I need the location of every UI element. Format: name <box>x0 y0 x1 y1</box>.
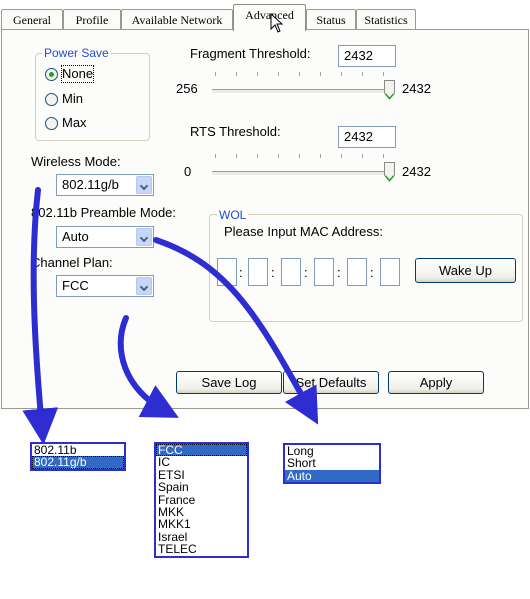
wol-prompt: Please Input MAC Address: <box>224 224 383 239</box>
wireless-mode-select[interactable]: 802.11g/b <box>56 174 154 196</box>
chevron-down-icon[interactable] <box>136 176 152 194</box>
chevron-down-icon[interactable] <box>136 228 152 246</box>
wireless-mode-label: Wireless Mode: <box>31 154 121 169</box>
wol-title: WOL <box>217 208 249 222</box>
rts-threshold-label: RTS Threshold: <box>190 124 281 139</box>
list-item[interactable]: 802.11g/b <box>32 456 124 469</box>
mac-octet-2[interactable] <box>248 258 268 286</box>
list-item[interactable]: Spain <box>156 481 247 494</box>
radio-min[interactable] <box>45 93 58 106</box>
mac-octet-4[interactable] <box>314 258 334 286</box>
tab-statistics[interactable]: Statistics <box>356 9 416 29</box>
channel-plan-list: FCC IC ETSI Spain France MKK MKK1 Israel… <box>154 442 249 558</box>
rts-slider-track[interactable] <box>212 171 394 176</box>
mac-separator: : <box>239 265 243 280</box>
mac-octet-6[interactable] <box>380 258 400 286</box>
apply-button[interactable]: Apply <box>388 371 484 394</box>
save-log-button[interactable]: Save Log <box>176 371 282 394</box>
tab-profile[interactable]: Profile <box>63 9 121 29</box>
mac-octet-1[interactable] <box>217 258 237 286</box>
list-item[interactable]: MKK1 <box>156 518 247 531</box>
mac-separator: : <box>271 265 275 280</box>
channel-plan-value: FCC <box>62 278 89 293</box>
radio-min-label[interactable]: Min <box>62 91 83 107</box>
radio-none-label[interactable]: None <box>60 65 95 83</box>
mouse-pointer-icon <box>270 13 284 33</box>
list-item[interactable]: Short <box>285 457 379 470</box>
power-save-title: Power Save <box>42 46 111 60</box>
radio-max[interactable] <box>45 117 58 130</box>
mac-separator: : <box>370 265 374 280</box>
rts-slider-thumb[interactable] <box>384 162 395 182</box>
tab-bar: General Profile Available Network Advanc… <box>0 0 530 31</box>
list-item[interactable]: TELEC <box>156 543 247 556</box>
wireless-mode-value: 802.11g/b <box>62 177 119 192</box>
set-defaults-button[interactable]: Set Defaults <box>283 371 379 394</box>
preamble-mode-value: Auto <box>62 229 89 244</box>
fragment-threshold-input[interactable]: 2432 <box>338 45 396 67</box>
tab-general[interactable]: General <box>1 9 63 29</box>
channel-plan-select[interactable]: FCC <box>56 275 154 297</box>
preamble-mode-label: 802.11b Preamble Mode: <box>31 205 177 220</box>
advanced-panel: Power Save None Min Max Fragment Thresho… <box>1 29 529 409</box>
list-item[interactable]: IC <box>156 456 247 469</box>
preamble-mode-select[interactable]: Auto <box>56 226 154 248</box>
chevron-down-icon[interactable] <box>136 277 152 295</box>
radio-none[interactable] <box>45 68 58 81</box>
list-item[interactable]: Auto <box>285 469 379 482</box>
fragment-threshold-label: Fragment Threshold: <box>190 46 311 61</box>
mac-octet-3[interactable] <box>281 258 301 286</box>
rts-min-label: 0 <box>184 164 192 179</box>
channel-plan-label: Channel Plan: <box>31 255 113 270</box>
rts-max-label: 2432 <box>402 164 431 179</box>
mac-separator: : <box>304 265 308 280</box>
fragment-max-label: 2432 <box>402 81 431 96</box>
rts-threshold-input[interactable]: 2432 <box>338 126 396 148</box>
tab-available-network[interactable]: Available Network <box>121 9 233 29</box>
wireless-mode-list: 802.11b 802.11g/b <box>30 442 126 471</box>
wake-up-button[interactable]: Wake Up <box>415 258 516 283</box>
radio-max-label[interactable]: Max <box>62 115 87 131</box>
fragment-slider-thumb[interactable] <box>384 80 395 100</box>
preamble-mode-list: Long Short Auto <box>283 443 381 485</box>
fragment-min-label: 256 <box>176 81 198 96</box>
fragment-slider-track[interactable] <box>212 89 394 94</box>
mac-separator: : <box>337 265 341 280</box>
mac-octet-5[interactable] <box>347 258 367 286</box>
tab-status[interactable]: Status <box>306 9 356 29</box>
